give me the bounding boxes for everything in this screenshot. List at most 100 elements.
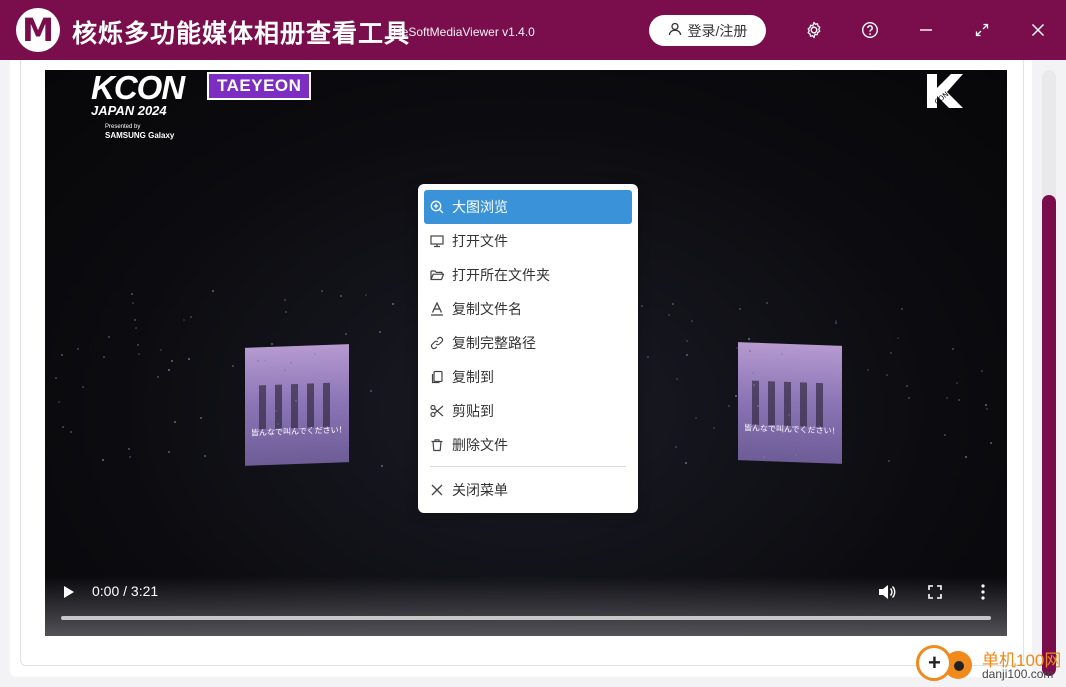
- play-icon[interactable]: [61, 584, 77, 600]
- stage-light: [739, 308, 741, 310]
- stage-light: [128, 448, 130, 450]
- stage-light: [686, 340, 688, 342]
- stage-light: [295, 400, 297, 402]
- stage-light: [62, 426, 64, 428]
- stage-light: [271, 343, 273, 345]
- stage-light: [340, 295, 342, 297]
- menu-item-cut-to[interactable]: 剪贴到: [424, 394, 632, 428]
- close-icon: [430, 483, 444, 497]
- stage-light: [232, 365, 234, 367]
- fullscreen-icon[interactable]: [925, 582, 945, 602]
- stage-light: [986, 408, 988, 410]
- stage-light: [381, 465, 383, 467]
- stage-light: [735, 395, 737, 397]
- stage-light: [58, 401, 60, 403]
- stage-light: [946, 397, 948, 399]
- kcon-logo: KCON JAPAN 2024 Presented by SAMSUNG Gal…: [91, 70, 185, 140]
- time-display: 0:00 / 3:21: [92, 583, 159, 599]
- stage-light: [212, 290, 214, 292]
- video-progress-bar[interactable]: [61, 616, 991, 620]
- stage-light: [264, 360, 266, 362]
- login-button[interactable]: 登录/注册: [649, 15, 766, 46]
- menu-item-copy-path[interactable]: 复制完整路径: [424, 326, 632, 360]
- stage-light: [781, 353, 783, 355]
- copy-icon: [430, 370, 444, 384]
- stage-light: [886, 374, 888, 376]
- close-icon[interactable]: [1026, 18, 1050, 42]
- stage-light: [82, 386, 84, 388]
- gear-icon[interactable]: [802, 18, 826, 42]
- site-watermark: + 单机100网 danji100.com: [916, 645, 1066, 687]
- title-bar: M 核烁多功能媒体相册查看工具 HeSoftMediaViewer v1.4.0…: [0, 0, 1066, 60]
- stage-light: [748, 338, 750, 340]
- maximize-icon[interactable]: [970, 18, 994, 42]
- menu-item-delete[interactable]: 删除文件: [424, 428, 632, 462]
- stage-light: [134, 319, 136, 321]
- app-title: 核烁多功能媒体相册查看工具: [72, 20, 411, 48]
- login-label: 登录/注册: [687, 22, 748, 39]
- stage-light: [132, 302, 134, 304]
- stage-light: [70, 431, 72, 433]
- scrollbar-thumb[interactable]: [1042, 195, 1056, 676]
- trash-icon: [430, 438, 444, 452]
- stage-light: [906, 385, 908, 387]
- stage-light: [284, 369, 286, 371]
- stage-light: [958, 399, 960, 401]
- scissors-icon: [430, 404, 444, 418]
- context-menu: 大图浏览 打开文件 打开所在文件夹 复制文件名 复制完整路径 复制到 剪贴到 删…: [418, 184, 638, 513]
- user-icon: [668, 22, 682, 39]
- stage-light: [691, 320, 693, 322]
- stage-light: [137, 344, 139, 346]
- stage-light: [275, 410, 277, 412]
- stage-light: [102, 459, 104, 461]
- stage-light: [766, 302, 768, 304]
- menu-item-open-folder[interactable]: 打开所在文件夹: [424, 258, 632, 292]
- stage-light: [157, 376, 159, 378]
- menu-item-preview[interactable]: 大图浏览: [424, 190, 632, 224]
- stage-light: [990, 442, 992, 444]
- stage-light: [273, 423, 275, 425]
- stage-light: [314, 353, 316, 355]
- stage-light: [835, 441, 837, 443]
- stage-light: [897, 337, 899, 339]
- menu-item-close-menu[interactable]: 关闭菜单: [424, 473, 632, 507]
- stage-light: [188, 358, 190, 360]
- menu-item-open-file[interactable]: 打开文件: [424, 224, 632, 258]
- stage-light: [129, 456, 131, 458]
- stage-light: [695, 417, 697, 419]
- stage-light: [190, 316, 192, 318]
- link-icon: [430, 336, 444, 350]
- stage-light: [901, 308, 903, 310]
- stage-light: [641, 305, 643, 307]
- minimize-icon[interactable]: [914, 18, 938, 42]
- stage-light: [952, 348, 954, 350]
- stage-light: [257, 360, 259, 362]
- stage-light: [345, 333, 347, 335]
- help-icon[interactable]: [858, 18, 882, 42]
- stage-light: [965, 456, 967, 458]
- folder-open-icon: [430, 268, 444, 282]
- stage-light: [888, 460, 890, 462]
- stage-light: [956, 382, 958, 384]
- stage-light: [200, 417, 202, 419]
- video-controls: 0:00 / 3:21: [45, 576, 1007, 636]
- stage-light: [138, 353, 140, 355]
- menu-item-copy-filename[interactable]: 复制文件名: [424, 292, 632, 326]
- stage-light: [676, 378, 678, 380]
- stage-light: [867, 369, 869, 371]
- stage-light: [797, 417, 799, 419]
- menu-item-copy-to[interactable]: 复制到: [424, 360, 632, 394]
- stage-light: [131, 293, 133, 295]
- stage-light: [284, 299, 286, 301]
- artist-badge: TAEYEON: [207, 72, 312, 100]
- stage-light: [277, 423, 279, 425]
- stage-light: [795, 454, 797, 456]
- stage-light: [749, 350, 751, 352]
- stage-light: [753, 384, 755, 386]
- stage-light: [757, 405, 759, 407]
- stage-light: [835, 322, 837, 324]
- stage-light: [760, 430, 762, 432]
- more-options-icon[interactable]: [973, 582, 993, 602]
- stage-light: [160, 349, 162, 351]
- volume-icon[interactable]: [877, 582, 897, 602]
